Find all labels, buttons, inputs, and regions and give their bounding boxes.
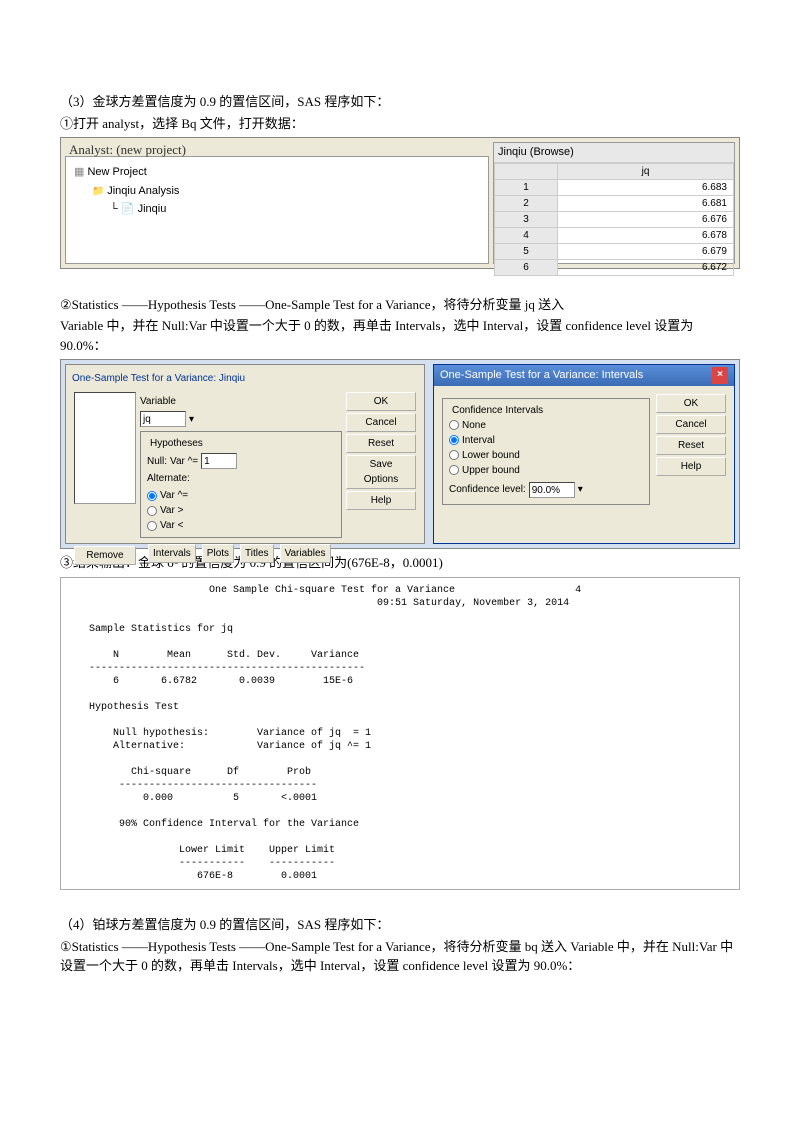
data-table: jq 16.683 26.681 36.676 46.678 56.679 66… [494,163,734,276]
document-page: （3）金球方差置信度为 0.9 的置信区间，SAS 程序如下： ①打开 anal… [0,0,800,1018]
table-row: 46.678 [495,227,734,243]
reset-button[interactable]: Reset [346,434,416,453]
paragraph-step2a: ②Statistics ——Hypothesis Tests ——One-Sam… [60,295,740,315]
intervals-dialog: One-Sample Test for a Variance: Interval… [433,364,735,544]
help-button[interactable]: Help [346,491,416,510]
data-browse-pane: Jinqiu (Browse) jq 16.683 26.681 36.676 … [493,142,735,264]
dialog-title: One-Sample Test for a Variance: Jinqiu [70,369,420,388]
paragraph-4-step1: ①Statistics ——Hypothesis Tests ——One-Sam… [60,937,740,976]
paragraph-3-intro: （3）金球方差置信度为 0.9 的置信区间，SAS 程序如下： [60,92,740,112]
browse-title: Jinqiu (Browse) [494,143,734,163]
paragraph-step2b: Variable 中，并在 Null:Var 中设置一个大于 0 的数，再单击 … [60,316,740,355]
stepper-icon[interactable]: ▾ [189,412,194,427]
alt-radio-gt[interactable]: Var > [147,503,335,518]
variance-test-dialog: One-Sample Test for a Variance: Jinqiu R… [65,364,425,544]
confidence-intervals-group: Confidence Intervals None Interval Lower… [442,398,650,505]
variable-label: Variable [140,394,176,409]
variable-field[interactable]: jq [140,411,186,427]
ci-radio-upper[interactable]: Upper bound [449,463,643,478]
tree-folder[interactable]: Jinqiu Analysis [74,182,480,201]
ci-radio-lower[interactable]: Lower bound [449,448,643,463]
titles-button[interactable]: Titles [240,544,274,563]
variable-listbox[interactable] [74,392,136,504]
table-row: 26.681 [495,195,734,211]
analyst-window: Analyst: (new project) New Project Jinqi… [60,137,740,269]
close-icon[interactable]: × [712,367,728,384]
ok-button[interactable]: OK [346,392,416,411]
table-row: 16.683 [495,179,734,195]
table-row: 66.672 [495,259,734,275]
table-row: 56.679 [495,243,734,259]
null-value-field[interactable]: 1 [201,453,237,469]
hypotheses-group: Hypotheses Null: Var ^= 1 Alternate: Var… [140,431,342,538]
intervals-dialog-title: One-Sample Test for a Variance: Interval… [440,367,643,384]
variables-button[interactable]: Variables [280,544,331,563]
tree-file[interactable]: └ 📄 Jinqiu [74,200,480,219]
dropdown-icon[interactable]: ▾ [578,482,583,497]
window-title: Analyst: (new project) [61,138,194,162]
plots-button[interactable]: Plots [202,544,234,563]
remove-button[interactable]: Remove [74,546,136,565]
col-header: jq [558,163,734,179]
alt-radio-lt[interactable]: Var < [147,518,335,533]
paragraph-step1: ①打开 analyst，选择 Bq 文件，打开数据： [60,114,740,134]
table-row: 36.676 [495,211,734,227]
ci-radio-interval[interactable]: Interval [449,433,643,448]
ci-radio-none[interactable]: None [449,418,643,433]
sas-output: One Sample Chi-square Test for a Varianc… [60,577,740,890]
cancel-button[interactable]: Cancel [656,415,726,434]
confidence-level-field[interactable]: 90.0% [529,482,575,498]
cancel-button[interactable]: Cancel [346,413,416,432]
reset-button[interactable]: Reset [656,436,726,455]
help-button[interactable]: Help [656,457,726,476]
tree-new-project[interactable]: New Project [74,163,480,182]
project-tree-pane: New Project Jinqiu Analysis └ 📄 Jinqiu [65,156,489,264]
paragraph-4-intro: （4）铂球方差置信度为 0.9 的置信区间，SAS 程序如下： [60,915,740,935]
dialogs-screenshot: One-Sample Test for a Variance: Jinqiu R… [60,359,740,549]
save-options-button[interactable]: Save Options [346,455,416,489]
intervals-button[interactable]: Intervals [148,544,196,563]
alt-radio-ne[interactable]: Var ^= [147,488,335,503]
ok-button[interactable]: OK [656,394,726,413]
